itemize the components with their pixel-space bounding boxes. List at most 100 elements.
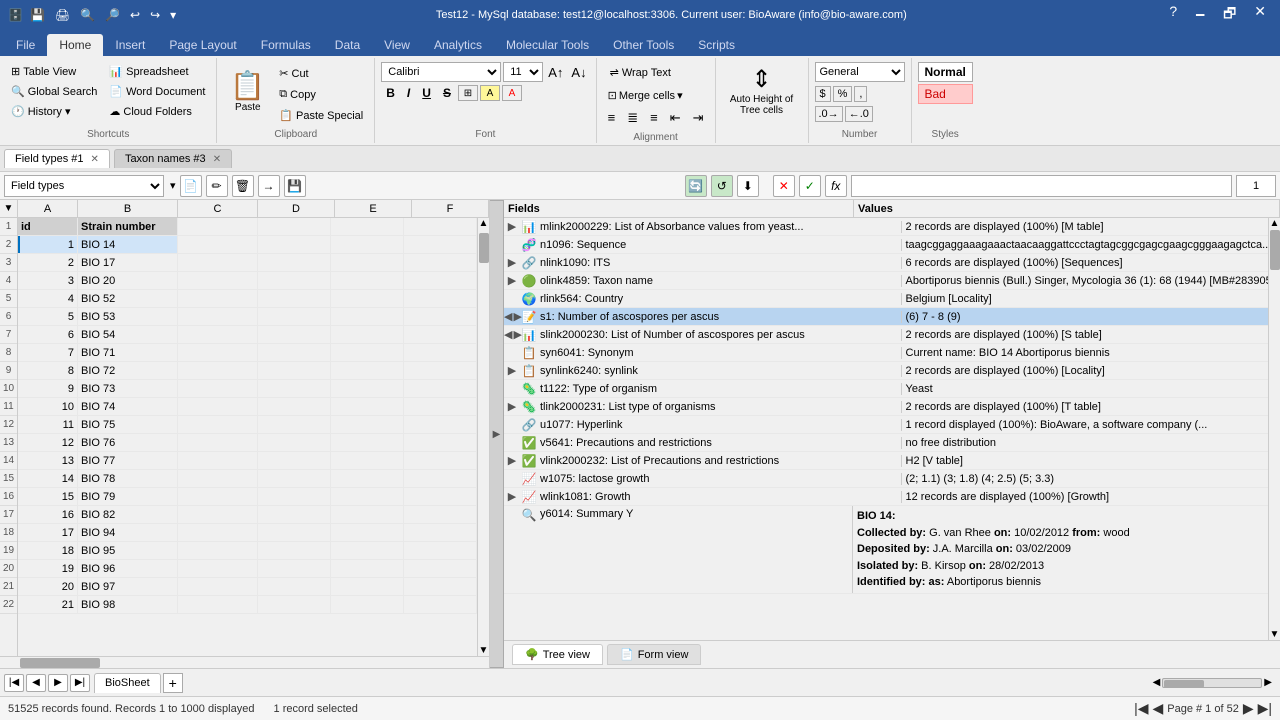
hscroll-thumb[interactable] bbox=[20, 658, 100, 668]
style-normal-button[interactable]: Normal bbox=[918, 62, 973, 82]
tab-file[interactable]: File bbox=[4, 34, 47, 56]
field-row-slink2000230[interactable]: ◀ ▶ 📊 slink2000230: List of Number of as… bbox=[504, 326, 1268, 344]
cell-7e[interactable] bbox=[331, 326, 404, 343]
cell-7f[interactable] bbox=[404, 326, 477, 343]
cell-5b[interactable]: BIO 52 bbox=[78, 290, 178, 307]
field-row-w1075[interactable]: 📈 w1075: lactose growth (2; 1.1) (3; 1.8… bbox=[504, 470, 1268, 488]
spreadsheet-button[interactable]: 📊 Spreadsheet bbox=[104, 62, 210, 81]
cell-12d[interactable] bbox=[258, 416, 331, 433]
last-page-button[interactable]: ▶| bbox=[1258, 700, 1272, 717]
cell-17b[interactable]: BIO 82 bbox=[78, 506, 178, 523]
cell-12f[interactable] bbox=[404, 416, 477, 433]
cell-1d[interactable] bbox=[258, 218, 331, 235]
next-sheet-button[interactable]: ▶ bbox=[48, 674, 68, 692]
fields-scroll-down[interactable]: ▼ bbox=[1269, 629, 1280, 640]
cell-15b[interactable]: BIO 78 bbox=[78, 470, 178, 487]
align-center-button[interactable]: ≣ bbox=[622, 108, 643, 128]
font-size-select[interactable]: 11 bbox=[503, 62, 543, 82]
tab-close-1[interactable]: ✕ bbox=[91, 154, 99, 165]
cell-18b[interactable]: BIO 94 bbox=[78, 524, 178, 541]
cell-16a[interactable]: 15 bbox=[18, 488, 78, 505]
cell-3d[interactable] bbox=[258, 254, 331, 271]
add-sheet-button[interactable]: + bbox=[163, 673, 183, 693]
toolbar-btn-4[interactable]: → bbox=[258, 175, 280, 197]
dropdown-arrow[interactable]: ▾ bbox=[167, 6, 179, 24]
tree-view-tab[interactable]: 🌳 Tree view bbox=[512, 644, 603, 665]
cell-8e[interactable] bbox=[331, 344, 404, 361]
redo-button[interactable]: ↪ bbox=[147, 6, 163, 24]
borders-button[interactable]: ⊞ bbox=[458, 85, 478, 101]
cell-10e[interactable] bbox=[331, 380, 404, 397]
cell-5a[interactable]: 4 bbox=[18, 290, 78, 307]
cell-8b[interactable]: BIO 71 bbox=[78, 344, 178, 361]
increase-font-button[interactable]: A↑ bbox=[545, 64, 566, 81]
expand-wlink1081[interactable]: ▶ bbox=[504, 490, 520, 503]
prev-page-button[interactable]: ◀ bbox=[1152, 700, 1163, 717]
field-row-tlink2000231[interactable]: ▶ 🦠 tlink2000231: List type of organisms… bbox=[504, 398, 1268, 416]
cell-20c[interactable] bbox=[178, 560, 258, 577]
font-color-button[interactable]: A bbox=[502, 85, 522, 101]
sheet-tab-taxon-names[interactable]: Taxon names #3 ✕ bbox=[114, 149, 232, 168]
expand-s1[interactable]: ◀ ▶ bbox=[504, 310, 520, 323]
col-header-f[interactable]: F bbox=[412, 200, 489, 217]
cell-18c[interactable] bbox=[178, 524, 258, 541]
cell-6c[interactable] bbox=[178, 308, 258, 325]
toolbar-btn-1[interactable]: 📄 bbox=[180, 175, 202, 197]
cell-13d[interactable] bbox=[258, 434, 331, 451]
cell-16d[interactable] bbox=[258, 488, 331, 505]
cell-13a[interactable]: 12 bbox=[18, 434, 78, 451]
refresh-btn[interactable]: ↺ bbox=[711, 175, 733, 197]
cell-16f[interactable] bbox=[404, 488, 477, 505]
strikethrough-button[interactable]: S bbox=[438, 84, 456, 102]
print-button[interactable]: 🖨 bbox=[52, 6, 73, 24]
cell-15c[interactable] bbox=[178, 470, 258, 487]
tab-view[interactable]: View bbox=[372, 34, 422, 56]
restore-button[interactable]: 🗗 bbox=[1217, 1, 1242, 29]
cell-14a[interactable]: 13 bbox=[18, 452, 78, 469]
cell-16b[interactable]: BIO 79 bbox=[78, 488, 178, 505]
cell-10a[interactable]: 9 bbox=[18, 380, 78, 397]
tab-molecular-tools[interactable]: Molecular Tools bbox=[494, 34, 601, 56]
field-row-vlink2000232[interactable]: ▶ ✅ vlink2000232: List of Precautions an… bbox=[504, 452, 1268, 470]
cell-4b[interactable]: BIO 20 bbox=[78, 272, 178, 289]
collapse-panel-button[interactable]: ▶ bbox=[490, 200, 504, 668]
cell-12a[interactable]: 11 bbox=[18, 416, 78, 433]
expand-slink2000230[interactable]: ◀ ▶ bbox=[504, 328, 520, 341]
cell-21f[interactable] bbox=[404, 578, 477, 595]
hscroll-right-btn[interactable]: ▶ bbox=[1264, 677, 1272, 688]
cell-8f[interactable] bbox=[404, 344, 477, 361]
cell-21a[interactable]: 20 bbox=[18, 578, 78, 595]
fill-color-button[interactable]: A bbox=[480, 85, 500, 101]
hscroll-bar[interactable] bbox=[1162, 678, 1262, 688]
sheet-tab-field-types[interactable]: Field types #1 ✕ bbox=[4, 149, 110, 168]
cell-1a[interactable]: id bbox=[18, 218, 78, 235]
field-row-n1096[interactable]: 🧬 n1096: Sequence taagcggaggaaagaaactaac… bbox=[504, 236, 1268, 254]
cell-11f[interactable] bbox=[404, 398, 477, 415]
tab-formulas[interactable]: Formulas bbox=[249, 34, 323, 56]
clear-btn[interactable]: ✕ bbox=[773, 175, 795, 197]
cell-4d[interactable] bbox=[258, 272, 331, 289]
minimize-button[interactable]: 🗕 bbox=[1189, 1, 1211, 29]
cell-18f[interactable] bbox=[404, 524, 477, 541]
cell-22e[interactable] bbox=[331, 596, 404, 613]
toolbar-btn-5[interactable]: 💾 bbox=[284, 175, 306, 197]
cell-8a[interactable]: 7 bbox=[18, 344, 78, 361]
cloud-folders-button[interactable]: ☁ Cloud Folders bbox=[104, 102, 210, 121]
cell-13c[interactable] bbox=[178, 434, 258, 451]
fields-scroll-up[interactable]: ▲ bbox=[1269, 218, 1280, 229]
cell-22f[interactable] bbox=[404, 596, 477, 613]
copy-button[interactable]: ⧉ Copy bbox=[274, 85, 368, 104]
cell-11b[interactable]: BIO 74 bbox=[78, 398, 178, 415]
decrease-decimal-button[interactable]: ←.0 bbox=[845, 106, 873, 122]
bold-button[interactable]: B bbox=[381, 84, 400, 102]
expand-nlink1090[interactable]: ▶ bbox=[504, 256, 520, 269]
indent-increase-button[interactable]: ⇥ bbox=[688, 108, 709, 128]
col-header-c[interactable]: C bbox=[178, 200, 258, 217]
cell-8c[interactable] bbox=[178, 344, 258, 361]
cell-4a[interactable]: 3 bbox=[18, 272, 78, 289]
cell-18a[interactable]: 17 bbox=[18, 524, 78, 541]
field-row-s1[interactable]: ◀ ▶ 📝 s1: Number of ascospores per ascus… bbox=[504, 308, 1268, 326]
expand-vlink2000232[interactable]: ▶ bbox=[504, 454, 520, 467]
cell-5d[interactable] bbox=[258, 290, 331, 307]
tab-scripts[interactable]: Scripts bbox=[686, 34, 747, 56]
